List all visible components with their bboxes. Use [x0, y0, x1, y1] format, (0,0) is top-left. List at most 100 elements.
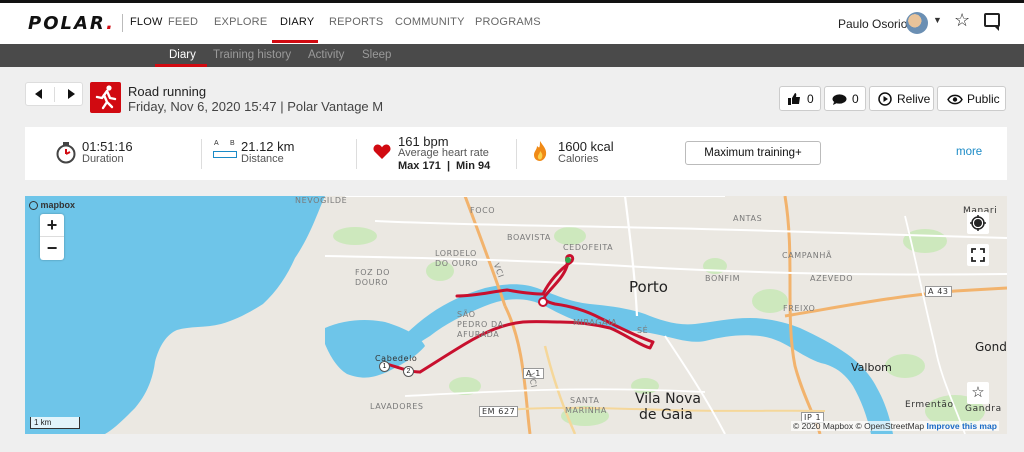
route-end-marker[interactable]: 2: [403, 366, 414, 377]
locate-icon[interactable]: [967, 212, 989, 234]
subnav-sleep[interactable]: Sleep: [362, 49, 391, 61]
star-icon[interactable]: ☆: [967, 382, 989, 404]
road-shield: A 43: [925, 286, 952, 297]
map-label: SÃO: [457, 310, 476, 319]
map-label: AFURADA: [457, 330, 500, 339]
map-label: BOAVISTA: [507, 233, 551, 242]
map-label: SÉ: [637, 326, 649, 335]
map-label: LORDELO: [435, 249, 477, 258]
activity-subtitle: Friday, Nov 6, 2020 15:47 | Polar Vantag…: [128, 99, 384, 114]
map-label: BONFIM: [705, 274, 741, 283]
arrow-right-icon[interactable]: [68, 89, 75, 99]
city-porto: Porto: [629, 278, 668, 296]
like-count: 0: [807, 92, 814, 106]
map-label: FREIXO: [783, 304, 816, 313]
subnav-training-history[interactable]: Training history: [213, 49, 291, 61]
eye-icon: [947, 94, 963, 105]
comment-button[interactable]: 0: [824, 86, 866, 111]
map-label: DOURO: [355, 278, 389, 287]
relive-label: Relive: [897, 92, 931, 106]
mapbox-logo[interactable]: mapbox: [29, 200, 75, 211]
map-attribution[interactable]: © 2020 Mapbox © OpenStreetMap Improve th…: [791, 421, 999, 431]
relive-button[interactable]: Relive: [869, 86, 934, 111]
visibility-button[interactable]: Public: [937, 86, 1006, 111]
stat-divider: [516, 139, 517, 169]
map-label: LAVADORES: [370, 402, 424, 411]
chevron-down-icon[interactable]: ▼: [933, 15, 942, 25]
message-icon[interactable]: [984, 13, 1000, 31]
zoom-out-button[interactable]: −: [40, 237, 64, 260]
visibility-label: Public: [967, 92, 1000, 106]
map-label: MIRAGAIA: [573, 318, 618, 327]
map-scale: 1 km: [30, 417, 80, 429]
fullscreen-icon[interactable]: [967, 244, 989, 266]
like-button[interactable]: 0: [779, 86, 821, 111]
more-link[interactable]: more: [956, 146, 982, 158]
city-gaia-line2: de Gaia: [639, 407, 693, 423]
subnav-diary[interactable]: Diary: [169, 49, 196, 61]
map-label: ANTAS: [733, 214, 763, 223]
sub-nav: Diary Training history Activity Sleep: [0, 44, 1024, 67]
hr-separator: |: [447, 160, 451, 172]
map-label: NEVOGILDE: [295, 196, 348, 205]
nav-community[interactable]: COMMUNITY: [395, 16, 465, 28]
map-label: PEDRO DA: [457, 320, 504, 329]
calories-label: Calories: [558, 153, 599, 165]
map-label: MARINHA: [565, 406, 607, 415]
arrow-divider: [54, 87, 55, 102]
zoom-in-button[interactable]: +: [40, 214, 64, 237]
prev-next-buttons: [25, 82, 83, 106]
heart-icon: [373, 144, 391, 159]
user-name[interactable]: Paulo Osorio: [838, 17, 907, 31]
running-icon: [90, 82, 121, 113]
subnav-activity[interactable]: Activity: [308, 49, 344, 61]
mapbox-icon: [29, 201, 38, 211]
route-map[interactable]: NEVOGILDE FOCO BOAVISTA CEDOFEITA ANTAS …: [25, 196, 1007, 434]
map-label: AZEVEDO: [810, 274, 854, 283]
like-icon: [788, 93, 800, 105]
map-label: Gandra: [965, 404, 1002, 414]
map-canvas: [25, 196, 1007, 434]
flame-icon: [534, 141, 547, 161]
improve-map-link[interactable]: Improve this map: [927, 421, 997, 431]
duration-value: 01:51:16: [82, 139, 133, 154]
map-label: FOZ DO: [355, 268, 390, 277]
star-icon[interactable]: ☆: [954, 10, 970, 31]
nav-explore[interactable]: EXPLORE: [214, 16, 267, 28]
play-icon: [878, 92, 892, 106]
nav-active-indicator: [272, 40, 318, 43]
training-benefit-button[interactable]: Maximum training+: [685, 141, 821, 165]
stat-divider: [201, 139, 202, 169]
comment-count: 0: [852, 92, 859, 106]
duration-label: Duration: [82, 153, 124, 165]
hr-min: Min 94: [456, 160, 491, 172]
map-label: CEDOFEITA: [563, 243, 614, 252]
polar-logo[interactable]: POLAR.: [28, 13, 115, 34]
map-label: CAMPANHÃ: [782, 251, 833, 260]
stat-divider: [356, 139, 357, 169]
top-nav: POLAR. FLOW FEED EXPLORE DIARY REPORTS C…: [0, 0, 1024, 44]
nav-feed[interactable]: FEED: [168, 16, 198, 28]
city-valbom: Valbom: [851, 361, 892, 374]
map-label: Ermentão: [905, 400, 954, 410]
arrow-left-icon[interactable]: [35, 89, 42, 99]
distance-icon: A B: [213, 140, 237, 162]
avatar[interactable]: [906, 12, 928, 34]
nav-programs[interactable]: PROGRAMS: [475, 16, 541, 28]
nav-flow[interactable]: FLOW: [130, 16, 163, 28]
nav-reports[interactable]: REPORTS: [329, 16, 383, 28]
route-start-marker[interactable]: 1: [379, 361, 390, 372]
stats-panel: 01:51:16 Duration A B 21.12 km Distance …: [25, 127, 1007, 180]
subnav-active-indicator: [155, 64, 207, 67]
map-label: SANTA: [570, 396, 600, 405]
zoom-controls: + −: [40, 214, 64, 260]
calories-value: 1600 kcal: [558, 139, 614, 154]
comment-icon: [832, 94, 847, 105]
top-accent-bar: [0, 0, 1024, 3]
nav-diary[interactable]: DIARY: [280, 16, 314, 28]
city-gaia-line1: Vila Nova: [635, 391, 701, 407]
city-gond: Gond: [975, 340, 1007, 354]
road-shield: EM 627: [479, 406, 519, 417]
distance-label: Distance: [241, 153, 284, 165]
hr-label: Average heart rate: [398, 147, 489, 159]
